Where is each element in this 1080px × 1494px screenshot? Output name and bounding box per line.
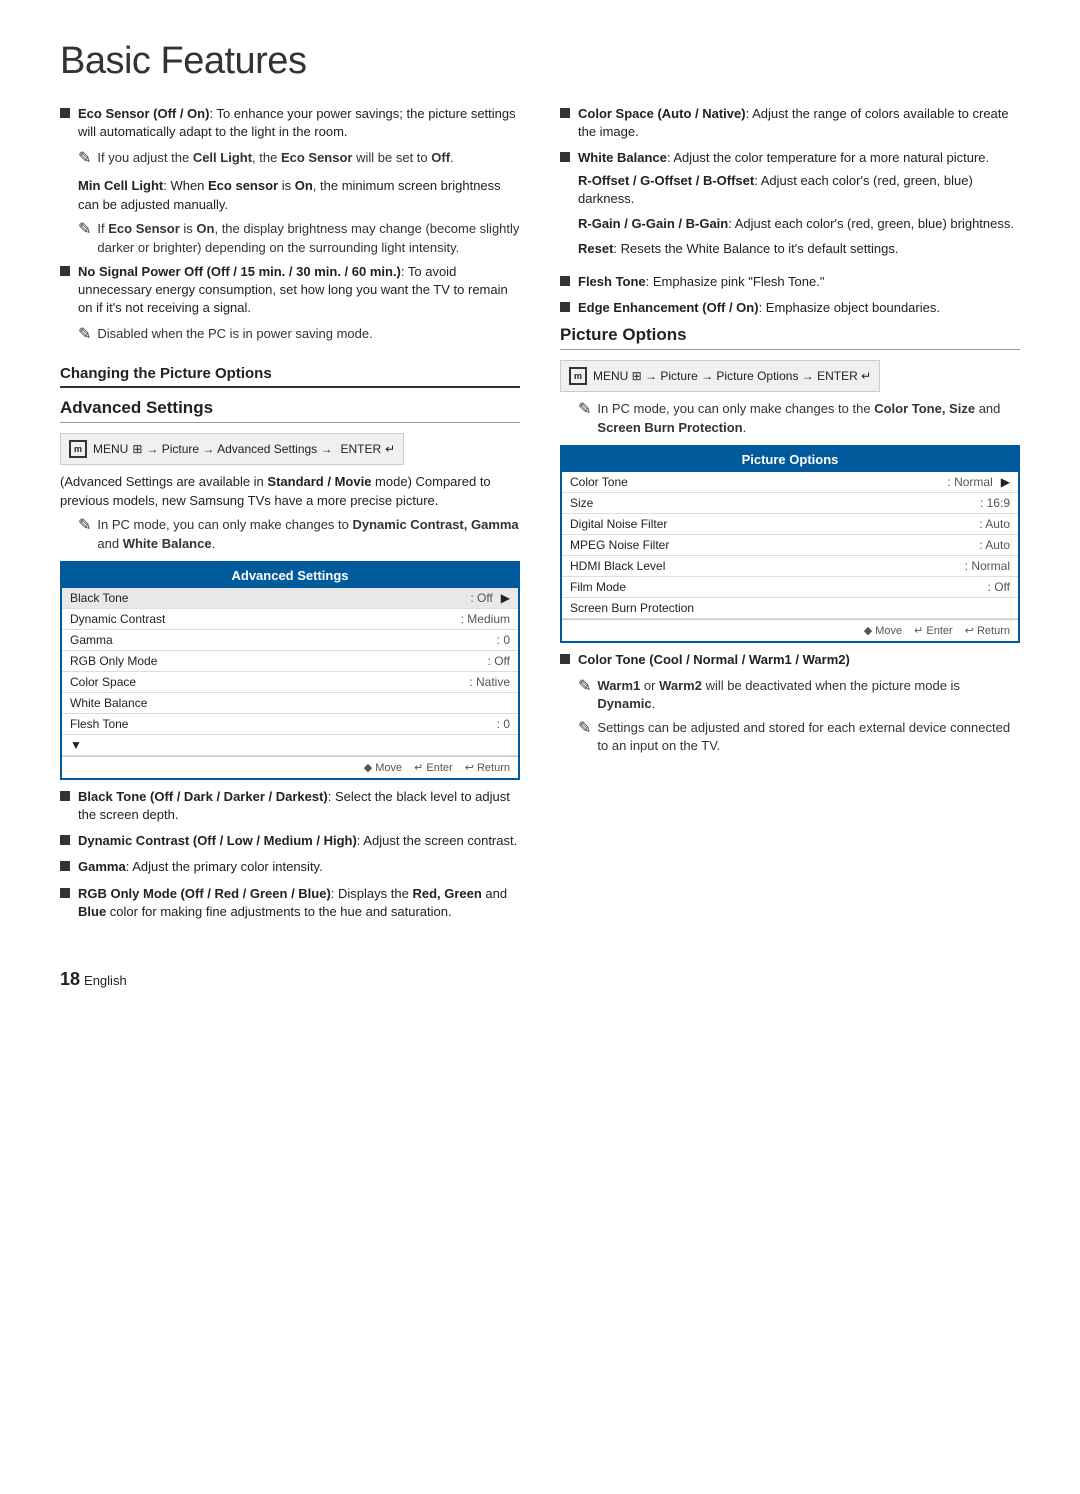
bullet-dynamic-contrast: Dynamic Contrast (Off / Low / Medium / H… [60, 832, 520, 850]
right-column: Color Space (Auto / Native): Adjust the … [560, 105, 1020, 929]
table-row-more: ▼ [62, 735, 518, 756]
advanced-settings-table: Advanced Settings Black Tone : Off ▶ Dyn… [60, 561, 520, 780]
picture-table-footer: ◆ Move ↵ Enter ↩ Return [562, 619, 1018, 641]
bullet-rgb-only-mode: RGB Only Mode (Off / Red / Green / Blue)… [60, 885, 520, 921]
table-row-rgb-only: RGB Only Mode : Off [62, 651, 518, 672]
bullet-no-signal: No Signal Power Off (Off / 15 min. / 30 … [60, 263, 520, 318]
note-eco-cell-light: ✎ If you adjust the Cell Light, the Eco … [78, 149, 520, 170]
table-row-dynamic-contrast: Dynamic Contrast : Medium [62, 609, 518, 630]
bullet-icon [60, 266, 70, 276]
table-row-screen-burn: Screen Burn Protection [562, 598, 1018, 619]
table-row-digital-noise: Digital Noise Filter : Auto [562, 514, 1018, 535]
advanced-desc: (Advanced Settings are available in Stan… [60, 473, 520, 511]
bullet-text: No Signal Power Off (Off / 15 min. / 30 … [78, 263, 520, 318]
table-row-size: Size : 16:9 [562, 493, 1018, 514]
advanced-table-header: Advanced Settings [62, 563, 518, 588]
table-row-hdmi-black: HDMI Black Level : Normal [562, 556, 1018, 577]
bullet-icon [560, 152, 570, 162]
table-row-black-tone: Black Tone : Off ▶ [62, 588, 518, 609]
bullet-edge-enhancement: Edge Enhancement (Off / On): Emphasize o… [560, 299, 1020, 317]
note-warm-deactivated: ✎ Warm1 or Warm2 will be deactivated whe… [578, 677, 1020, 713]
section-changing-picture: Changing the Picture Options [60, 365, 520, 388]
bullet-icon [60, 835, 70, 845]
table-row-color-space: Color Space : Native [62, 672, 518, 693]
page-title: Basic Features [60, 40, 1020, 83]
bullet-icon [560, 654, 570, 664]
note-pc-mode-picture: ✎ In PC mode, you can only make changes … [578, 400, 1020, 436]
bullet-color-tone: Color Tone (Cool / Normal / Warm1 / Warm… [560, 651, 1020, 669]
table-row-gamma: Gamma : 0 [62, 630, 518, 651]
bullet-icon [60, 861, 70, 871]
bullet-icon [60, 791, 70, 801]
bullet-color-space: Color Space (Auto / Native): Adjust the … [560, 105, 1020, 141]
advanced-menu-path: m MENU ⊞ → Picture → Advanced Settings →… [60, 433, 404, 465]
table-row-film-mode: Film Mode : Off [562, 577, 1018, 598]
table-row-white-balance: White Balance [62, 693, 518, 714]
table-row-flesh-tone: Flesh Tone : 0 [62, 714, 518, 735]
menu-icon: m [69, 440, 87, 458]
bullet-eco-sensor: Eco Sensor (Off / On): To enhance your p… [60, 105, 520, 141]
note-eco-on: ✎ If Eco Sensor is On, the display brigh… [78, 220, 520, 256]
bullet-text: Eco Sensor (Off / On): To enhance your p… [78, 105, 520, 141]
subsection-advanced-settings: Advanced Settings [60, 398, 520, 423]
section-picture-options: Picture Options [560, 325, 1020, 350]
bullet-icon [560, 276, 570, 286]
bullet-black-tone: Black Tone (Off / Dark / Darker / Darkes… [60, 788, 520, 824]
advanced-table-footer: ◆ Move ↵ Enter ↩ Return [62, 756, 518, 778]
menu-icon: m [569, 367, 587, 385]
bullet-gamma: Gamma: Adjust the primary color intensit… [60, 858, 520, 876]
bullet-flesh-tone: Flesh Tone: Emphasize pink "Flesh Tone." [560, 273, 1020, 291]
note-pc-mode-advanced: ✎ In PC mode, you can only make changes … [78, 516, 520, 552]
table-row-mpeg-noise: MPEG Noise Filter : Auto [562, 535, 1018, 556]
bullet-white-balance: White Balance: Adjust the color temperat… [560, 149, 1020, 265]
bullet-icon [60, 888, 70, 898]
picture-menu-path: m MENU ⊞ → Picture → Picture Options → E… [560, 360, 880, 392]
picture-options-table: Picture Options Color Tone : Normal ▶ Si… [560, 445, 1020, 643]
table-row-color-tone: Color Tone : Normal ▶ [562, 472, 1018, 493]
bullet-icon [560, 108, 570, 118]
left-column: Eco Sensor (Off / On): To enhance your p… [60, 105, 520, 929]
note-settings-stored: ✎ Settings can be adjusted and stored fo… [578, 719, 1020, 755]
min-cell-light-text: Min Cell Light: When Eco sensor is On, t… [78, 177, 520, 215]
picture-table-header: Picture Options [562, 447, 1018, 472]
page-number: 18English [60, 969, 1020, 990]
note-disabled-pc: ✎ Disabled when the PC is in power savin… [78, 325, 520, 346]
bullet-icon [560, 302, 570, 312]
bullet-icon [60, 108, 70, 118]
